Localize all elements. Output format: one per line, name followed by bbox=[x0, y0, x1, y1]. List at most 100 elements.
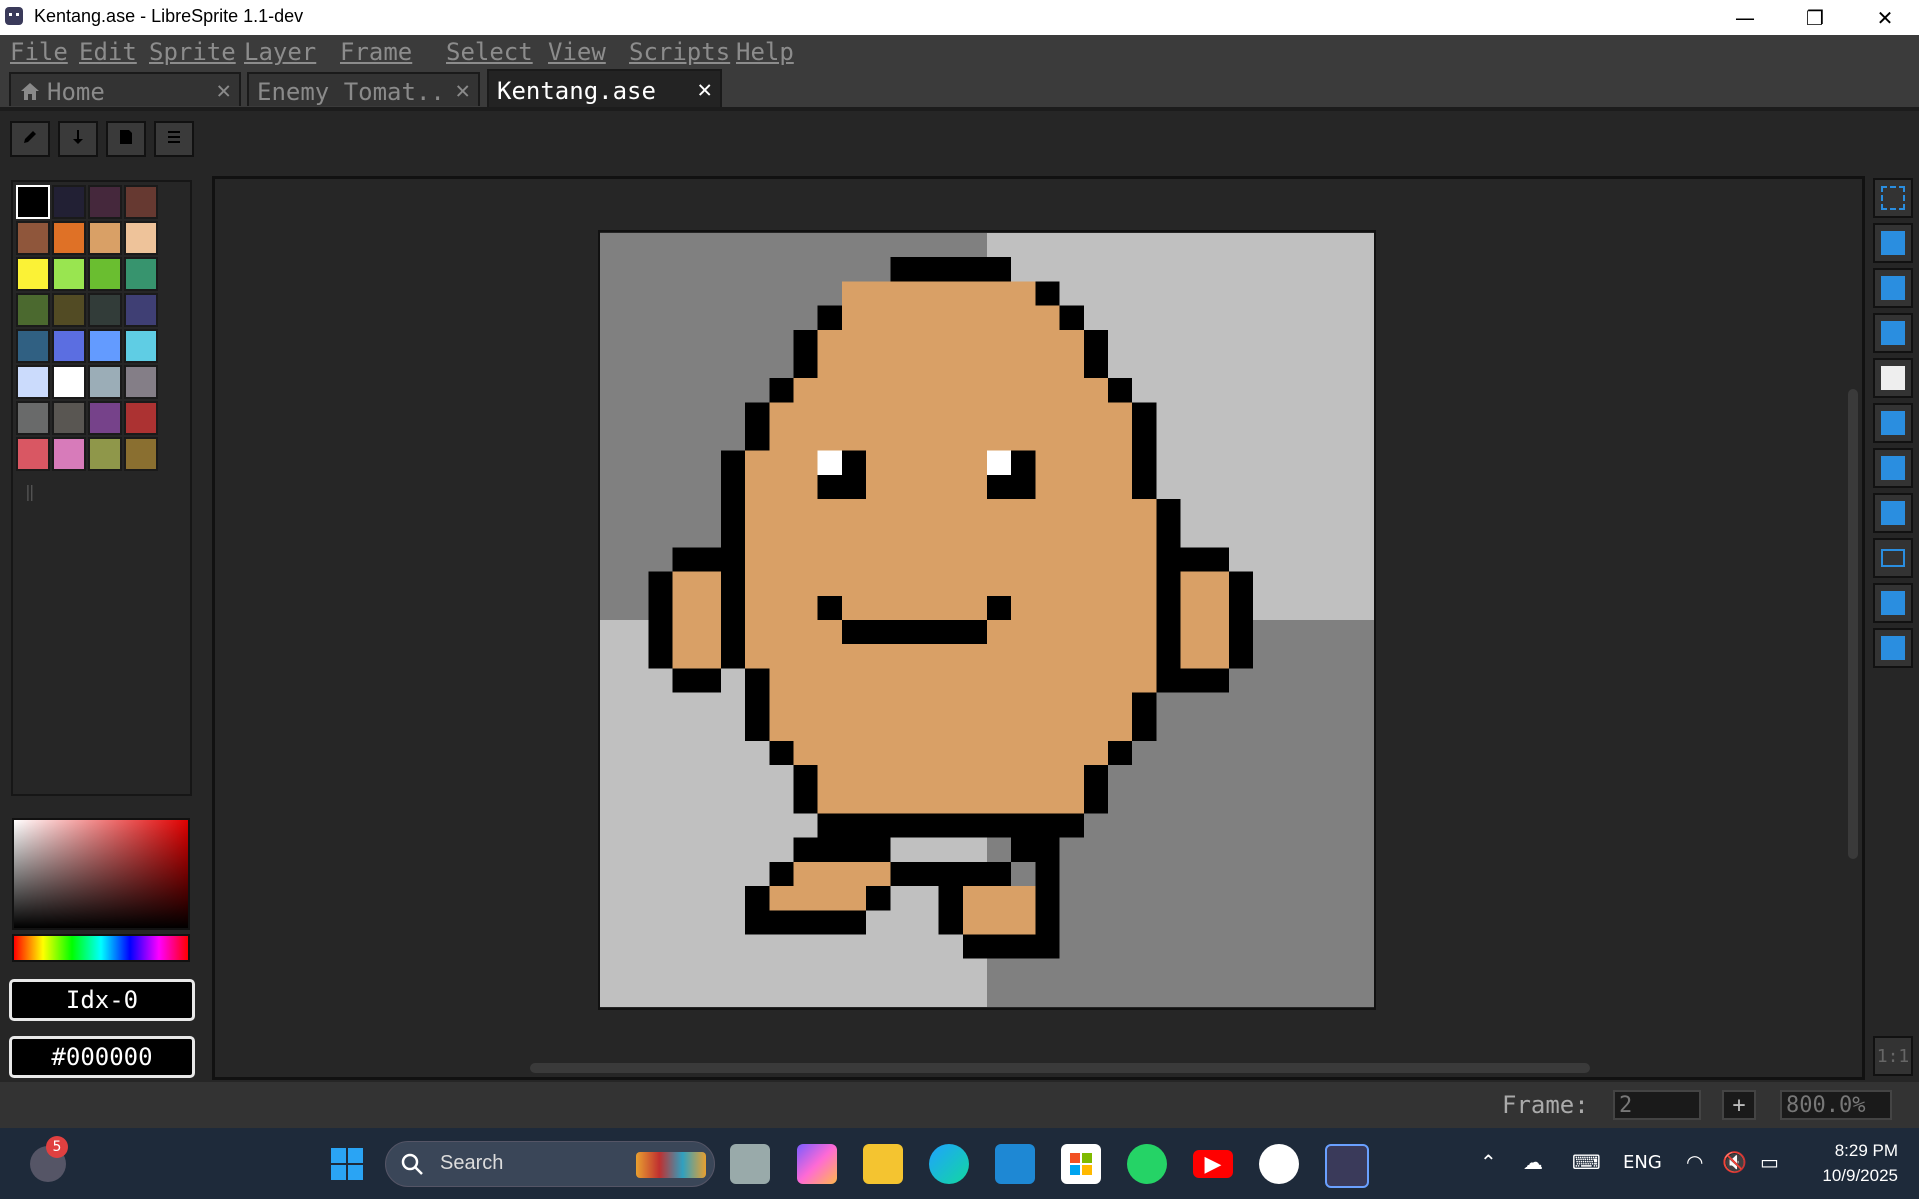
github-icon[interactable] bbox=[1259, 1144, 1299, 1184]
line-tool-button[interactable] bbox=[1873, 493, 1913, 533]
palette-swatch[interactable] bbox=[124, 185, 158, 219]
rectangular-marquee-tool-button[interactable] bbox=[1873, 178, 1913, 218]
eyedropper-tool-button[interactable] bbox=[1873, 313, 1913, 353]
hand-tool-button[interactable] bbox=[1873, 358, 1913, 398]
palette-swatch[interactable] bbox=[52, 365, 86, 399]
palette-swatch[interactable] bbox=[16, 221, 50, 255]
libresprite-taskbar-icon[interactable] bbox=[1325, 1144, 1369, 1188]
add-frame-button[interactable]: + bbox=[1722, 1090, 1756, 1120]
palette-swatch[interactable] bbox=[124, 401, 158, 435]
wifi-icon[interactable]: ◠ bbox=[1686, 1150, 1703, 1174]
tab-home[interactable]: Home ✕ bbox=[9, 72, 241, 106]
tab-home-close-icon[interactable]: ✕ bbox=[217, 76, 231, 104]
color-index-field[interactable]: Idx-0 bbox=[9, 979, 195, 1021]
task-view-icon[interactable] bbox=[730, 1144, 770, 1184]
menu-scripts[interactable]: Scripts bbox=[629, 35, 730, 69]
palette-swatch[interactable] bbox=[88, 257, 122, 291]
frame-number-field[interactable]: 2 bbox=[1613, 1090, 1701, 1120]
palette-sort-button[interactable] bbox=[58, 121, 98, 157]
palette-swatch[interactable] bbox=[88, 185, 122, 219]
cloud-off-icon[interactable]: ☁ bbox=[1523, 1150, 1543, 1174]
vertical-scrollbar[interactable] bbox=[1848, 389, 1858, 859]
menu-frame[interactable]: Frame bbox=[340, 35, 412, 69]
language-indicator[interactable]: ENG bbox=[1623, 1152, 1662, 1173]
palette-swatch[interactable] bbox=[52, 185, 86, 219]
move-tool-button[interactable] bbox=[1873, 403, 1913, 443]
file-explorer-icon[interactable] bbox=[863, 1144, 903, 1184]
tab-enemy-tomat-close-icon[interactable]: ✕ bbox=[456, 76, 470, 104]
palette-swatch[interactable] bbox=[88, 401, 122, 435]
palette-swatch[interactable] bbox=[52, 257, 86, 291]
menu-select[interactable]: Select bbox=[446, 35, 533, 69]
clock-date[interactable]: 10/9/2025 bbox=[1800, 1166, 1898, 1186]
blur-tool-button[interactable] bbox=[1873, 628, 1913, 668]
palette-swatch[interactable] bbox=[52, 401, 86, 435]
color-saturation-value-picker[interactable] bbox=[12, 818, 190, 930]
palette-swatch[interactable] bbox=[16, 257, 50, 291]
palette-swatch[interactable] bbox=[52, 221, 86, 255]
menu-layer[interactable]: Layer bbox=[244, 35, 316, 69]
close-window-button[interactable]: ✕ bbox=[1850, 0, 1919, 35]
battery-icon[interactable]: ▭ bbox=[1760, 1150, 1779, 1174]
taskbar-search[interactable]: Search bbox=[385, 1141, 715, 1187]
paint-bucket-tool-button[interactable] bbox=[1873, 448, 1913, 488]
arrow-down-icon bbox=[69, 128, 87, 151]
palette-swatch[interactable] bbox=[16, 293, 50, 327]
horizontal-scrollbar[interactable] bbox=[530, 1063, 1590, 1073]
whatsapp-icon[interactable] bbox=[1127, 1144, 1167, 1184]
palette-swatch[interactable] bbox=[16, 437, 50, 471]
contour-tool-button[interactable] bbox=[1873, 583, 1913, 623]
palette-swatch[interactable] bbox=[52, 293, 86, 327]
palette-swatch[interactable] bbox=[124, 365, 158, 399]
palette-swatch[interactable] bbox=[124, 437, 158, 471]
keyboard-icon[interactable]: ⌨ bbox=[1572, 1150, 1601, 1174]
palette-swatch[interactable] bbox=[16, 329, 50, 363]
menu-bar: File Edit Sprite Layer Frame Select View… bbox=[0, 35, 1919, 69]
rectangle-tool-button[interactable] bbox=[1873, 538, 1913, 578]
palette-swatch[interactable] bbox=[88, 437, 122, 471]
clock-time[interactable]: 8:29 PM bbox=[1808, 1141, 1898, 1161]
copilot-icon[interactable] bbox=[797, 1144, 837, 1184]
tab-kentang-close-icon[interactable]: ✕ bbox=[698, 75, 712, 103]
edge-browser-icon[interactable] bbox=[929, 1144, 969, 1184]
minimize-button[interactable]: — bbox=[1710, 0, 1780, 35]
zoom-1-1-button[interactable]: 1:1 bbox=[1873, 1036, 1913, 1076]
menu-help[interactable]: Help bbox=[736, 35, 794, 69]
palette-swatch[interactable] bbox=[124, 293, 158, 327]
chevron-up-icon[interactable]: ⌃ bbox=[1480, 1150, 1497, 1174]
color-hex-field[interactable]: #000000 bbox=[9, 1036, 195, 1078]
palette-swatch[interactable] bbox=[124, 221, 158, 255]
palette-swatch[interactable] bbox=[52, 437, 86, 471]
palette-swatch[interactable] bbox=[16, 185, 50, 219]
menu-file[interactable]: File bbox=[10, 35, 68, 69]
windows-start-icon[interactable] bbox=[327, 1144, 367, 1184]
palette-options-button[interactable] bbox=[154, 121, 194, 157]
palette-swatch[interactable] bbox=[16, 401, 50, 435]
pencil-tool-button[interactable] bbox=[1873, 223, 1913, 263]
tab-kentang[interactable]: Kentang.ase ✕ bbox=[487, 69, 722, 107]
palette-presets-button[interactable] bbox=[106, 121, 146, 157]
hue-slider[interactable] bbox=[12, 934, 190, 962]
vscode-icon[interactable] bbox=[995, 1144, 1035, 1184]
eraser-tool-button[interactable] bbox=[1873, 268, 1913, 308]
menu-sprite[interactable]: Sprite bbox=[149, 35, 236, 69]
sprite-canvas[interactable] bbox=[598, 230, 1376, 1010]
volume-muted-icon[interactable]: 🔇 bbox=[1722, 1150, 1747, 1174]
palette-swatch[interactable] bbox=[124, 257, 158, 291]
menu-view[interactable]: View bbox=[548, 35, 606, 69]
palette-swatch[interactable] bbox=[88, 221, 122, 255]
youtube-icon[interactable]: ▶ bbox=[1193, 1150, 1233, 1178]
palette-swatch[interactable] bbox=[124, 329, 158, 363]
zoom-field[interactable]: 800.0% bbox=[1780, 1090, 1892, 1120]
palette-resize-grip-icon[interactable]: ‖ bbox=[25, 482, 35, 501]
microsoft-store-icon[interactable] bbox=[1061, 1144, 1101, 1184]
tab-enemy-tomat[interactable]: Enemy Tomat.. ✕ bbox=[247, 72, 480, 106]
palette-swatch[interactable] bbox=[88, 329, 122, 363]
menu-edit[interactable]: Edit bbox=[79, 35, 137, 69]
palette-swatch[interactable] bbox=[16, 365, 50, 399]
palette-swatch[interactable] bbox=[52, 329, 86, 363]
palette-swatch[interactable] bbox=[88, 365, 122, 399]
restore-button[interactable]: ❐ bbox=[1780, 0, 1850, 35]
palette-swatch[interactable] bbox=[88, 293, 122, 327]
edit-palette-button[interactable] bbox=[10, 121, 50, 157]
